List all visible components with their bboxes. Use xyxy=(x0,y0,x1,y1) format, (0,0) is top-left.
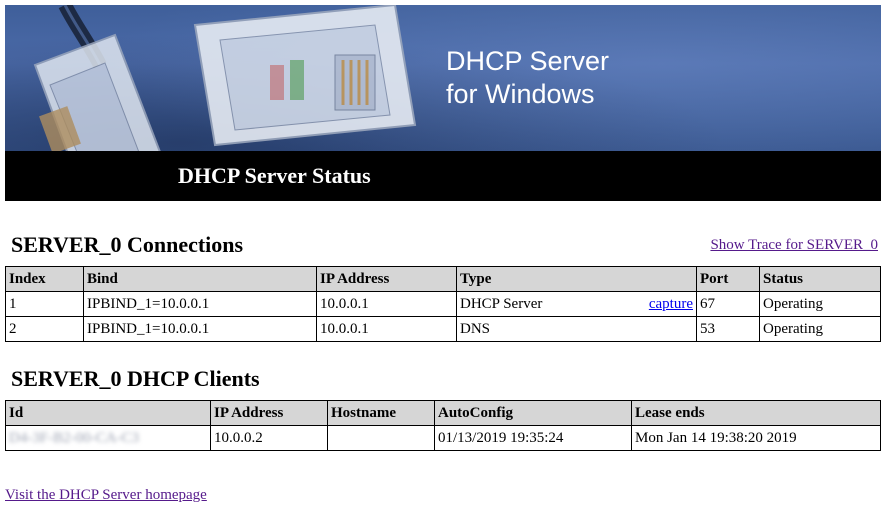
product-heading-line2: for Windows xyxy=(446,79,595,109)
clients-table: Id IP Address Hostname AutoConfig Lease … xyxy=(5,400,881,451)
page-title: DHCP Server Status xyxy=(178,163,371,188)
cell-port: 53 xyxy=(696,316,760,342)
column-header-port: Port xyxy=(696,266,760,292)
cell-id: D4-3F-B2-00-CA-C3 xyxy=(5,425,211,451)
column-header-index: Index xyxy=(5,266,84,292)
cell-bind: IPBIND_1=10.0.0.1 xyxy=(83,291,317,317)
column-header-type: Type xyxy=(456,266,697,292)
table-row: D4-3F-B2-00-CA-C3 10.0.0.2 01/13/2019 19… xyxy=(5,425,881,451)
cell-autoconfig: 01/13/2019 19:35:24 xyxy=(434,425,632,451)
column-header-id: Id xyxy=(5,400,211,426)
cell-type-label: DNS xyxy=(460,320,491,337)
table-header-row: Index Bind IP Address Type Port Status xyxy=(5,266,881,292)
table-row: 1 IPBIND_1=10.0.0.1 10.0.0.1 DHCP Server… xyxy=(5,291,881,317)
column-header-ip-address: IP Address xyxy=(316,266,457,292)
cell-status: Operating xyxy=(759,291,881,317)
product-heading: DHCP Server for Windows xyxy=(446,45,609,111)
cell-bind: IPBIND_1=10.0.0.1 xyxy=(83,316,317,342)
column-header-status: Status xyxy=(759,266,881,292)
homepage-link[interactable]: Visit the DHCP Server homepage xyxy=(5,487,207,504)
cell-index: 2 xyxy=(5,316,84,342)
cell-index: 1 xyxy=(5,291,84,317)
column-header-ip-address: IP Address xyxy=(210,400,328,426)
cell-type: DHCP Server capture xyxy=(456,291,697,317)
show-trace-link[interactable]: Show Trace for SERVER_0 xyxy=(710,237,878,254)
cell-hostname xyxy=(327,425,435,451)
cell-type-label: DHCP Server xyxy=(460,295,543,312)
table-row: 2 IPBIND_1=10.0.0.1 10.0.0.1 DNS 53 Oper… xyxy=(5,316,881,342)
capture-link[interactable]: capture xyxy=(649,296,693,313)
column-header-lease-ends: Lease ends xyxy=(631,400,881,426)
cell-type: DNS xyxy=(456,316,697,342)
cell-port: 67 xyxy=(696,291,760,317)
cell-lease-ends: Mon Jan 14 19:38:20 2019 xyxy=(631,425,881,451)
cell-status: Operating xyxy=(759,316,881,342)
column-header-autoconfig: AutoConfig xyxy=(434,400,632,426)
clients-title: SERVER_0 DHCP Clients xyxy=(11,366,260,391)
connections-title: SERVER_0 Connections xyxy=(11,232,244,257)
cell-ip-address: 10.0.0.1 xyxy=(316,291,457,317)
cell-ip-address: 10.0.0.2 xyxy=(210,425,328,451)
header-banner: DHCP Server for Windows DHCP Server Stat… xyxy=(5,5,881,201)
cell-ip-address: 10.0.0.1 xyxy=(316,316,457,342)
product-heading-line1: DHCP Server xyxy=(446,46,610,76)
table-header-row: Id IP Address Hostname AutoConfig Lease … xyxy=(5,400,881,426)
connections-table: Index Bind IP Address Type Port Status 1… xyxy=(5,266,881,342)
column-header-hostname: Hostname xyxy=(327,400,435,426)
client-id-blurred: D4-3F-B2-00-CA-C3 xyxy=(9,429,139,446)
banner-title-bar xyxy=(5,151,881,201)
column-header-bind: Bind xyxy=(83,266,317,292)
